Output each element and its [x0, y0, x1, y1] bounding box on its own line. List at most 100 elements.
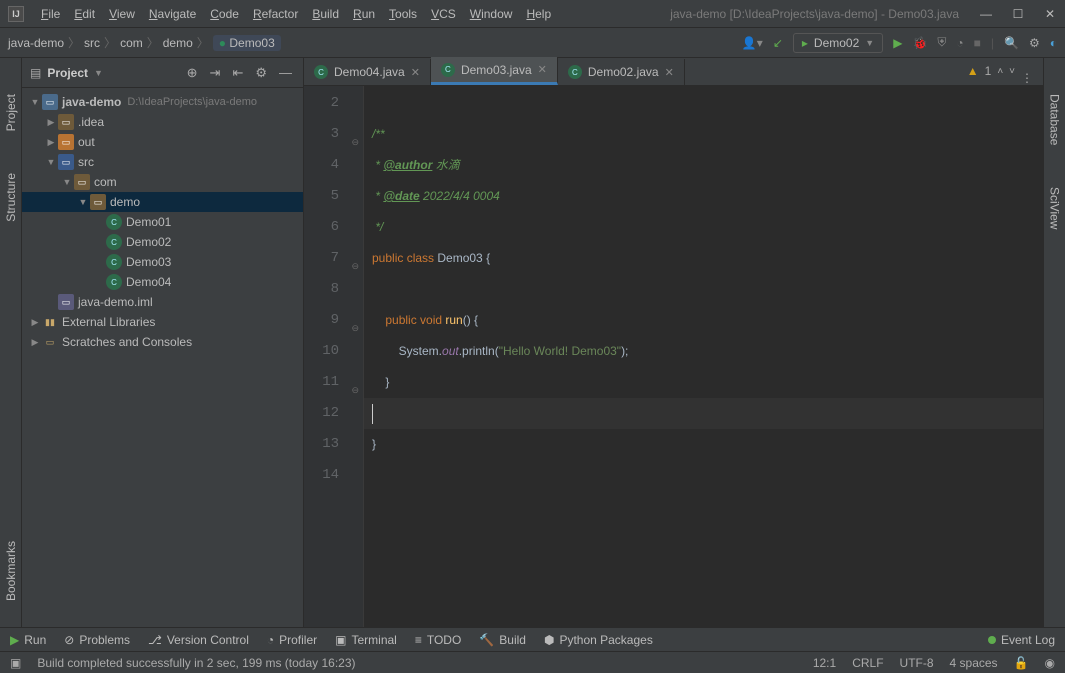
- todo-tool-tab[interactable]: ≡TODO: [415, 633, 461, 647]
- close-tab-icon[interactable]: ✕: [411, 66, 420, 79]
- inspections-widget[interactable]: ▲1 ˄ ˅: [967, 64, 1015, 78]
- file-encoding[interactable]: UTF-8: [900, 656, 934, 670]
- collapse-all-icon[interactable]: ⇤: [229, 65, 246, 81]
- ide-status-icon[interactable]: ◉: [1045, 656, 1055, 670]
- breadcrumb-item[interactable]: java-demo: [8, 36, 64, 50]
- prev-highlight-icon[interactable]: ˄: [997, 66, 1003, 77]
- close-button[interactable]: ✕: [1043, 7, 1057, 21]
- tree-folder-demo[interactable]: ▼▭demo: [22, 192, 303, 212]
- bookmarks-tool-tab[interactable]: Bookmarks: [2, 535, 20, 607]
- line-separator[interactable]: CRLF: [852, 656, 883, 670]
- warning-count: 1: [985, 64, 992, 78]
- project-view-icon: ▤: [30, 66, 41, 80]
- menu-refactor[interactable]: Refactor: [246, 7, 305, 21]
- build-icon: 🔨: [479, 633, 494, 647]
- code-editor[interactable]: /** * @author 水滴 * @date 2022/4/4 0004 *…: [364, 86, 1043, 627]
- problems-tool-tab[interactable]: ⊘Problems: [64, 633, 130, 647]
- breadcrumb-item[interactable]: src: [84, 36, 100, 50]
- python-icon: ⬢: [544, 633, 554, 647]
- tree-file[interactable]: CDemo04: [22, 272, 303, 292]
- search-icon[interactable]: 🔍: [1004, 36, 1019, 50]
- tree-file-iml[interactable]: ▭java-demo.iml: [22, 292, 303, 312]
- tree-file[interactable]: CDemo02: [22, 232, 303, 252]
- close-tab-icon[interactable]: ✕: [665, 66, 674, 79]
- main-menu: FileEditViewNavigateCodeRefactorBuildRun…: [34, 7, 558, 21]
- title-bar: IJ FileEditViewNavigateCodeRefactorBuild…: [0, 0, 1065, 28]
- menu-vcs[interactable]: VCS: [424, 7, 463, 21]
- plugin-icon[interactable]: ◐: [1050, 36, 1057, 50]
- tabs-more-icon[interactable]: ⋮: [1011, 71, 1043, 85]
- project-panel-title: Project: [47, 66, 88, 80]
- profiler-tool-tab[interactable]: ◔Profiler: [267, 633, 317, 647]
- caret-position[interactable]: 12:1: [813, 656, 836, 670]
- menu-build[interactable]: Build: [305, 7, 346, 21]
- menu-file[interactable]: File: [34, 7, 67, 21]
- python-tool-tab[interactable]: ⬢Python Packages: [544, 633, 653, 647]
- database-tool-tab[interactable]: Database: [1046, 88, 1064, 151]
- close-tab-icon[interactable]: ✕: [538, 63, 547, 76]
- panel-settings-icon[interactable]: ⚙: [252, 65, 270, 81]
- editor-gutter[interactable]: 23⊖4567⊖89⊖1011⊖121314: [304, 86, 364, 627]
- run-button[interactable]: ▶: [893, 36, 902, 50]
- tree-file[interactable]: CDemo01: [22, 212, 303, 232]
- project-tool-tab[interactable]: Project: [2, 88, 20, 137]
- breadcrumb-item[interactable]: com: [120, 36, 143, 50]
- maximize-button[interactable]: ☐: [1011, 7, 1025, 21]
- project-tree[interactable]: ▼▭java-demoD:\IdeaProjects\java-demo ▶▭.…: [22, 88, 303, 627]
- class-icon: C: [568, 65, 582, 79]
- run-class-icon: ▸: [802, 36, 808, 50]
- select-opened-icon[interactable]: ⊕: [184, 65, 201, 81]
- tree-folder-com[interactable]: ▼▭com: [22, 172, 303, 192]
- project-panel: ▤ Project ▼ ⊕ ⇥ ⇤ ⚙ — ▼▭java-demoD:\Idea…: [22, 58, 304, 627]
- breadcrumb[interactable]: java-demo〉src〉com〉demo〉● Demo03: [8, 34, 281, 51]
- sciview-tool-tab[interactable]: SciView: [1046, 181, 1064, 235]
- tool-windows-icon[interactable]: ▣: [10, 656, 21, 670]
- editor-tab[interactable]: CDemo02.java✕: [558, 59, 685, 85]
- vcs-tool-tab[interactable]: ⎇Version Control: [148, 633, 249, 647]
- minimize-button[interactable]: —: [979, 7, 993, 21]
- menu-navigate[interactable]: Navigate: [142, 7, 203, 21]
- editor-tab[interactable]: CDemo04.java✕: [304, 59, 431, 85]
- read-only-icon[interactable]: 🔓: [1014, 656, 1029, 670]
- status-bar: ▣ Build completed successfully in 2 sec,…: [0, 651, 1065, 673]
- menu-window[interactable]: Window: [463, 7, 520, 21]
- structure-tool-tab[interactable]: Structure: [2, 167, 20, 228]
- vcs-icon: ⎇: [148, 633, 162, 647]
- tree-root[interactable]: ▼▭java-demoD:\IdeaProjects\java-demo: [22, 92, 303, 112]
- tree-folder-idea[interactable]: ▶▭.idea: [22, 112, 303, 132]
- tree-folder-out[interactable]: ▶▭out: [22, 132, 303, 152]
- tree-scratches[interactable]: ▶▭Scratches and Consoles: [22, 332, 303, 352]
- breadcrumb-item[interactable]: ● Demo03: [213, 35, 281, 51]
- menu-tools[interactable]: Tools: [382, 7, 424, 21]
- chevron-down-icon: ▼: [865, 38, 874, 48]
- terminal-tool-tab[interactable]: ▣Terminal: [335, 633, 397, 647]
- debug-button[interactable]: 🐞: [912, 36, 927, 50]
- stop-button[interactable]: ■: [974, 36, 981, 50]
- back-arrow-icon[interactable]: ↙: [773, 36, 783, 50]
- class-icon: C: [441, 63, 455, 77]
- tree-file[interactable]: CDemo03: [22, 252, 303, 272]
- breadcrumb-item[interactable]: demo: [163, 36, 193, 50]
- indent-info[interactable]: 4 spaces: [950, 656, 998, 670]
- editor-tab-active[interactable]: CDemo03.java✕: [431, 57, 558, 85]
- run-config-selector[interactable]: ▸ Demo02 ▼: [793, 33, 883, 53]
- hide-panel-icon[interactable]: —: [276, 65, 295, 80]
- build-tool-tab[interactable]: 🔨Build: [479, 633, 526, 647]
- event-log-tab[interactable]: Event Log: [988, 633, 1055, 647]
- next-highlight-icon[interactable]: ˅: [1009, 66, 1015, 77]
- run-tool-tab[interactable]: ▶Run: [10, 633, 46, 647]
- expand-all-icon[interactable]: ⇥: [207, 65, 224, 81]
- event-dot-icon: [988, 636, 996, 644]
- tree-external-libs[interactable]: ▶▮▮External Libraries: [22, 312, 303, 332]
- chevron-down-icon[interactable]: ▼: [94, 68, 103, 78]
- add-user-icon[interactable]: 👤▾: [742, 36, 763, 50]
- menu-view[interactable]: View: [102, 7, 142, 21]
- menu-edit[interactable]: Edit: [67, 7, 102, 21]
- settings-icon[interactable]: ⚙: [1029, 36, 1040, 50]
- coverage-button[interactable]: ⛨: [937, 35, 946, 50]
- tree-folder-src[interactable]: ▼▭src: [22, 152, 303, 172]
- profile-button[interactable]: ◔: [956, 36, 963, 50]
- menu-help[interactable]: Help: [519, 7, 558, 21]
- menu-run[interactable]: Run: [346, 7, 382, 21]
- menu-code[interactable]: Code: [203, 7, 246, 21]
